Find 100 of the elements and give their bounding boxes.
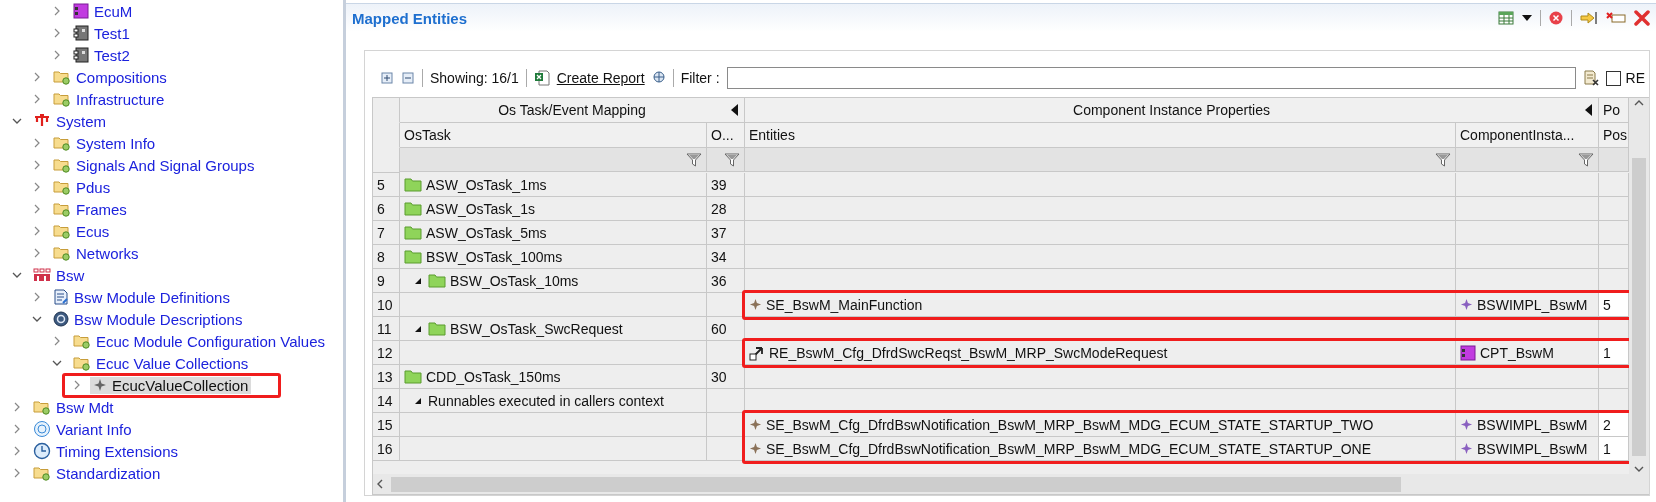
tree-item[interactable]: EcucValueCollection [90,376,252,394]
table-icon[interactable] [1498,11,1514,25]
horizontal-scrollbar[interactable] [373,474,1649,494]
tree-item[interactable]: Test2 [70,46,133,64]
collapse-chevron-icon[interactable] [52,358,62,368]
tree-item[interactable]: Bsw Module Descriptions [50,310,246,328]
expand-chevron-icon[interactable] [12,402,22,412]
tree-item[interactable]: Ecus [50,222,113,240]
remove-icon[interactable] [1606,11,1626,25]
filter-icon[interactable] [686,152,702,167]
tree-item[interactable]: System [30,112,109,130]
folder-icon [404,177,422,192]
expand-chevron-icon[interactable] [32,182,42,192]
collapse-chevron-icon[interactable] [32,314,42,324]
collapse-triangle-icon[interactable] [414,396,422,405]
expand-chevron-icon[interactable] [12,468,22,478]
collapse-triangle-icon[interactable] [414,276,422,285]
position-value: 1 [1599,437,1629,461]
filter-cell[interactable] [400,148,707,172]
folder-icon [73,333,91,349]
column-group-header[interactable]: Po [1599,98,1629,123]
filter-cell[interactable] [1456,148,1599,172]
entity-name: SE_BswM_Cfg_DfrdBswNotification_BswM_MRP_BswM_MDG_ECUM_STATE_STARTUP_ONE [766,440,1371,457]
tree-item[interactable]: Pdus [50,178,114,196]
filter-icon[interactable] [724,152,740,167]
tree-item[interactable]: Networks [50,244,142,262]
expand-chevron-icon[interactable] [32,138,42,148]
tree-item[interactable]: System Info [50,134,159,152]
expand-chevron-icon[interactable] [32,94,42,104]
row-number: 13 [377,368,393,385]
checkbox[interactable]: RE [1605,70,1645,86]
column-header[interactable]: Pos [1599,123,1629,148]
tree-item[interactable]: Test1 [70,24,133,42]
tree-item[interactable]: Ecuc Module Configuration Values [70,332,329,350]
tree-item[interactable]: Bsw [30,266,88,284]
expand-chevron-icon[interactable] [52,50,62,60]
close-icon[interactable] [1634,10,1650,26]
scroll-up-icon[interactable] [1633,98,1645,108]
vertical-scrollbar[interactable] [1629,98,1649,474]
tree-item[interactable]: EcuM [70,2,136,20]
collapse-arrow-icon[interactable] [1585,104,1592,116]
tree-item[interactable]: Frames [50,200,130,218]
position-value: 2 [1599,413,1629,437]
expand-chevron-icon[interactable] [12,446,22,456]
collapse-arrow-icon[interactable] [731,104,738,116]
filter-icon[interactable] [1578,152,1594,167]
tree-item[interactable]: Signals And Signal Groups [50,156,258,174]
position-value: 1 [1599,341,1629,365]
scroll-down-icon[interactable] [1633,464,1645,474]
expand-chevron-icon[interactable] [12,424,22,434]
folder-icon [33,465,51,481]
tree-item[interactable]: Bsw Module Definitions [50,288,233,306]
filter-icon[interactable] [1435,152,1451,167]
expand-chevron-icon[interactable] [32,292,42,302]
column-header[interactable]: OsTask [400,123,707,148]
collapse-chevron-icon[interactable] [12,116,22,126]
folder-icon [53,135,71,151]
filter-cell[interactable] [745,148,1456,172]
column-header[interactable]: ComponentInsta... [1456,123,1599,148]
tree-item[interactable]: Compositions [50,68,170,86]
expand-chevron-icon[interactable] [32,226,42,236]
globe-icon[interactable] [651,71,666,85]
expand-chevron-icon[interactable] [32,160,42,170]
filter-cell[interactable] [1599,148,1629,172]
expand-chevron-icon[interactable] [52,6,62,16]
column-group-header[interactable]: Os Task/Event Mapping [400,98,745,123]
create-report-link[interactable]: Create Report [556,70,645,86]
column-header[interactable]: O... [707,123,745,148]
expand-chevron-icon[interactable] [72,380,82,390]
column-group-header[interactable]: Component Instance Properties [745,98,1599,123]
folder-icon [53,91,71,107]
expand-chevron-icon[interactable] [32,204,42,214]
stop-icon[interactable] [1549,11,1563,25]
order-value: 60 [711,320,727,337]
clear-filter-icon[interactable] [1582,70,1599,86]
task-name: BSW_OsTask_100ms [426,248,563,265]
tree-item[interactable]: Variant Info [30,420,135,438]
collapse-chevron-icon[interactable] [12,270,22,280]
tree-item[interactable]: Bsw Mdt [30,398,117,416]
expand-chevron-icon[interactable] [52,28,62,38]
expand-chevron-icon[interactable] [52,336,62,346]
tree-item[interactable]: Infrastructure [50,90,168,108]
expand-chevron-icon[interactable] [32,248,42,258]
expand-chevron-icon[interactable] [32,72,42,82]
expand-all-icon[interactable] [380,71,394,85]
tree-item[interactable]: Timing Extensions [30,442,181,460]
filter-cell[interactable] [707,148,745,172]
collapse-triangle-icon[interactable] [414,324,422,333]
tree-item[interactable]: Ecuc Value Collections [70,354,252,372]
dropdown-caret-icon[interactable] [1522,15,1532,21]
row-number: 8 [377,248,385,265]
filter-field[interactable] [726,67,1576,89]
folder-icon [53,179,71,195]
folder-icon [404,369,422,384]
folder-icon [53,157,71,173]
collapse-all-icon[interactable] [401,71,415,85]
arrow-icon[interactable] [1580,11,1598,25]
tree-item[interactable]: Standardization [30,464,164,482]
column-header[interactable]: Entities [745,123,1456,148]
network-icon [33,113,51,129]
